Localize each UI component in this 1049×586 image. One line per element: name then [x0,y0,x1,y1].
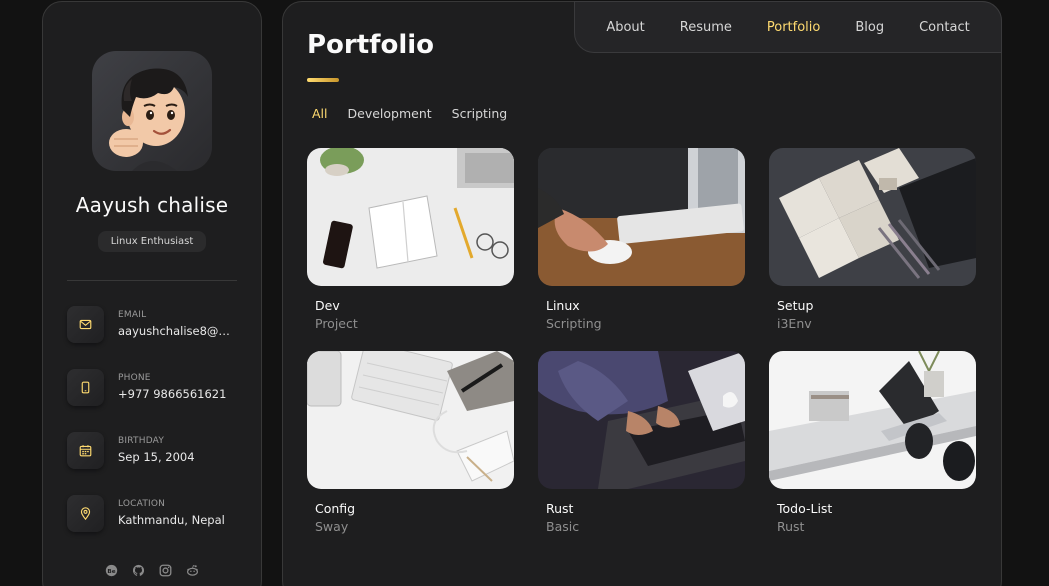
project-thumbnail[interactable] [538,351,745,489]
profile-name: Aayush chalise [75,193,229,217]
contact-birthday: Birthday Sep 15, 2004 [67,431,237,469]
project-category: Rust [777,519,805,534]
nav-item-contact[interactable]: Contact [919,20,970,35]
nav-item-about[interactable]: About [606,20,644,35]
project-category: i3Env [777,316,812,331]
project-card[interactable]: Todo-List Rust [769,351,976,534]
project-title: Dev [315,298,340,313]
calendar-icon [67,431,104,469]
contact-label: Phone [118,373,151,383]
nav-item-blog[interactable]: Blog [855,20,884,35]
sidebar-separator [67,280,237,281]
project-title: Todo-List [777,501,833,516]
project-card[interactable]: Setup i3Env [769,148,976,331]
project-card[interactable]: Linux Scripting [538,148,745,331]
filter-development[interactable]: Development [348,106,432,121]
nav-item-portfolio[interactable]: Portfolio [767,20,820,35]
project-card[interactable]: Dev Project [307,148,514,331]
page-title: Portfolio [307,30,435,60]
memoji-avatar-icon [109,68,188,171]
sidebar: Aayush chalise Linux Enthusiast Email aa… [42,1,262,586]
github-icon[interactable] [132,564,145,577]
project-thumbnail[interactable] [769,148,976,286]
navbar: About Resume Portfolio Blog Contact [574,1,1002,53]
project-card[interactable]: Config Sway [307,351,514,534]
project-thumbnail[interactable] [538,148,745,286]
project-category: Scripting [546,316,602,331]
instagram-icon[interactable] [159,564,172,577]
behance-icon[interactable]: Be [105,564,118,577]
reddit-icon[interactable] [186,564,199,577]
project-grid: Dev Project Linux Scripting Setup i3Env … [307,148,976,534]
project-title: Linux [546,298,580,313]
profile-title-badge: Linux Enthusiast [97,231,207,252]
nav-item-resume[interactable]: Resume [680,20,732,35]
project-thumbnail[interactable] [769,351,976,489]
location-icon [67,494,104,532]
contact-label: Location [118,499,166,509]
email-link[interactable]: aayushchalise8@gmail.com [118,324,233,338]
project-title: Config [315,501,356,516]
social-links: Be [105,564,199,577]
project-category: Basic [546,519,580,534]
project-category: Sway [315,519,349,534]
filter-list: All Development Scripting [312,106,507,121]
main-panel: About Resume Portfolio Blog Contact Port… [282,1,1002,586]
project-title: Setup [777,298,814,313]
filter-scripting[interactable]: Scripting [452,106,508,121]
location-value: Kathmandu, Nepal [118,513,225,527]
phone-link[interactable]: +977 9866561621 [118,387,226,401]
project-category: Project [315,316,358,331]
contacts-list: Email aayushchalise8@gmail.com Phone +97… [67,305,237,532]
project-thumbnail[interactable] [307,351,514,489]
project-thumbnail[interactable] [307,148,514,286]
svg-text:Be: Be [107,569,115,575]
contact-phone: Phone +977 9866561621 [67,368,237,406]
contact-label: Birthday [118,436,165,446]
birthday-value: Sep 15, 2004 [118,450,195,464]
project-title: Rust [546,501,574,516]
filter-all[interactable]: All [312,106,328,121]
phone-icon [67,368,104,406]
contact-email: Email aayushchalise8@gmail.com [67,305,237,343]
mail-icon [67,305,104,343]
contact-location: Location Kathmandu, Nepal [67,494,237,532]
title-underline [307,78,339,82]
avatar [92,51,212,171]
contact-label: Email [118,310,147,320]
project-card[interactable]: Rust Basic [538,351,745,534]
